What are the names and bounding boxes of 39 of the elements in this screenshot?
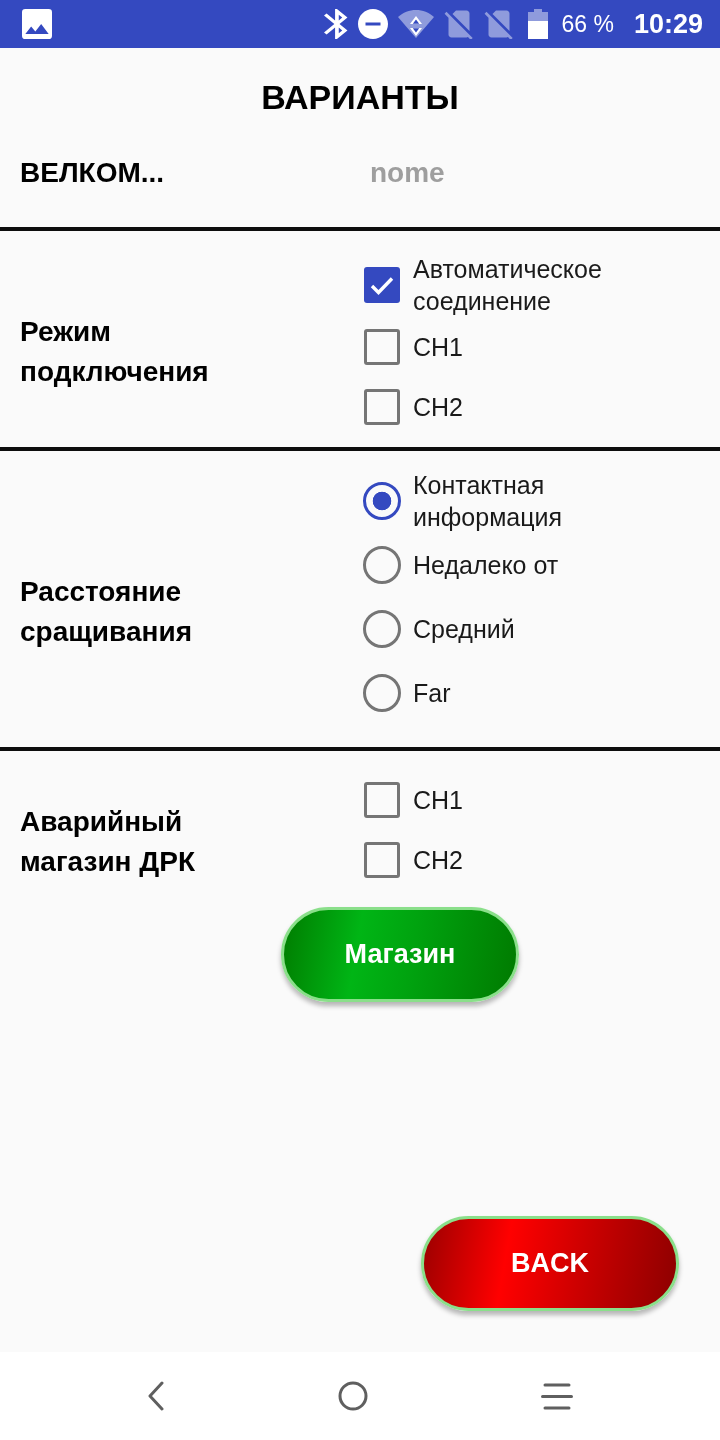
option-label: Контактная информация <box>413 470 564 533</box>
checkbox[interactable] <box>364 389 400 425</box>
battery-percentage: 66 % <box>561 10 614 38</box>
do-not-disturb-icon <box>357 9 388 39</box>
back-icon[interactable] <box>147 1381 165 1411</box>
radio-button[interactable] <box>363 674 401 712</box>
back-button[interactable]: BACK <box>421 1216 679 1311</box>
checkbox[interactable] <box>364 267 400 303</box>
checkbox[interactable] <box>364 842 400 878</box>
option-label: CH1 <box>413 785 463 816</box>
option-label: Far <box>413 678 451 709</box>
wifi-icon <box>397 10 434 38</box>
home-icon[interactable] <box>338 1381 368 1411</box>
clock-time: 10:29 <box>633 8 703 40</box>
radio-button[interactable] <box>363 546 401 584</box>
option-label: Автоматическое соединение <box>413 254 603 317</box>
menu-icon[interactable] <box>541 1382 573 1410</box>
section-label: Режим подключения <box>20 315 210 389</box>
option-label: CH2 <box>413 392 463 423</box>
checkbox[interactable] <box>364 329 400 365</box>
device-value: nome <box>370 156 445 190</box>
radio-button[interactable] <box>363 610 401 648</box>
option-label: CH2 <box>413 845 463 876</box>
screen-title: ВАРИАНТЫ <box>261 78 459 116</box>
no-sim-icon <box>443 9 474 39</box>
device-name: ВЕЛКОМ... <box>20 156 165 190</box>
section-label: Расстояние сращивания <box>20 575 193 649</box>
option-label: Недалеко от <box>413 550 559 581</box>
image-icon <box>22 9 52 39</box>
checkbox[interactable] <box>364 782 400 818</box>
option-label: CH1 <box>413 332 463 363</box>
option-label: Средний <box>413 614 515 645</box>
radio-button[interactable] <box>363 482 401 520</box>
no-sim-icon <box>483 9 514 39</box>
store-button[interactable]: Магазин <box>281 907 519 1002</box>
bluetooth-icon <box>323 9 348 39</box>
section-label: Аварийный магазин ДРК <box>20 804 197 879</box>
checkmark-icon <box>370 275 394 295</box>
battery-icon <box>527 9 548 39</box>
